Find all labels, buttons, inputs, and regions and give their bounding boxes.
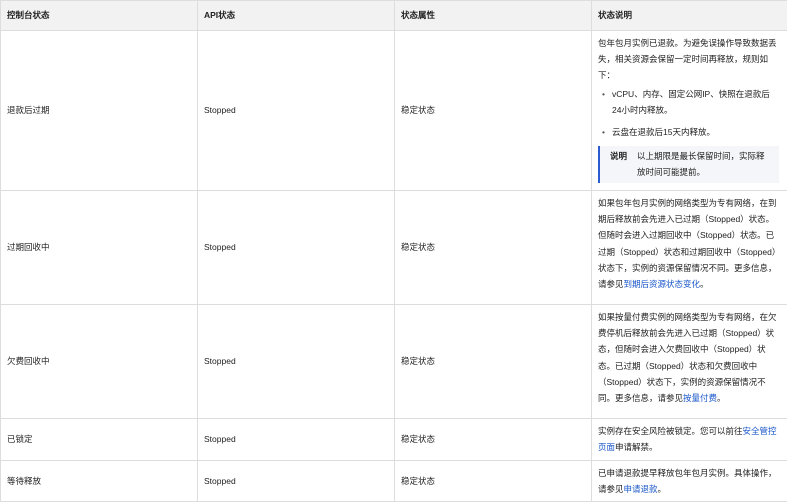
header-status-desc: 状态说明 [592, 1, 787, 31]
desc-text: 如果按量付费实例的网络类型为专有网络，在欠费停机后释放前会先进入已过期（Stop… [598, 312, 777, 403]
status-desc-cell: 包年包月实例已退款。为避免误操作导致数据丢失，相关资源会保留一定时间再释放，规则… [592, 31, 787, 191]
expiry-resource-change-link[interactable]: 到期后资源状态变化 [624, 279, 701, 289]
pay-as-you-go-link[interactable]: 按量付费 [683, 393, 717, 403]
api-status-cell: Stopped [198, 31, 395, 191]
instance-status-table: 控制台状态 API状态 状态属性 状态说明 退款后过期 Stopped 稳定状态… [0, 0, 787, 502]
table-row: 欠费回收中 Stopped 稳定状态 如果按量付费实例的网络类型为专有网络，在欠… [1, 305, 787, 419]
console-status-cell: 已锁定 [1, 419, 198, 461]
table-row: 退款后过期 Stopped 稳定状态 包年包月实例已退款。为避免误操作导致数据丢… [1, 31, 787, 191]
api-status-cell: Stopped [198, 419, 395, 461]
apply-refund-link[interactable]: 申请退款 [624, 484, 658, 494]
table-row: 等待释放 Stopped 稳定状态 已申请退款提早释放包年包月实例。具体操作，请… [1, 461, 787, 502]
status-attr-cell: 稳定状态 [395, 191, 592, 305]
header-row: 控制台状态 API状态 状态属性 状态说明 [1, 1, 787, 31]
desc-text: 如果包年包月实例的网络类型为专有网络，在到期后释放前会先进入已过期（Stoppe… [598, 198, 777, 289]
header-status-attr: 状态属性 [395, 1, 592, 31]
status-desc-cell: 已申请退款提早释放包年包月实例。具体操作，请参见申请退款。 [592, 461, 787, 502]
console-status-cell: 过期回收中 [1, 191, 198, 305]
table-row: 已锁定 Stopped 稳定状态 实例存在安全风险被锁定。您可以前往安全管控页面… [1, 419, 787, 461]
api-status-cell: Stopped [198, 305, 395, 419]
status-desc-cell: 如果包年包月实例的网络类型为专有网络，在到期后释放前会先进入已过期（Stoppe… [592, 191, 787, 305]
desc-text-end: 。 [700, 279, 709, 289]
status-desc-cell: 实例存在安全风险被锁定。您可以前往安全管控页面申请解禁。 [592, 419, 787, 461]
desc-text-end: 。 [717, 393, 726, 403]
desc-text-end: 。 [658, 484, 667, 494]
header-api-status: API状态 [198, 1, 395, 31]
list-item: vCPU、内存、固定公网IP、快照在退款后24小时内释放。 [612, 86, 779, 118]
note-title: 说明 [610, 148, 627, 180]
note-box: 说明 以上期限是最长保留时间，实际释放时间可能提前。 [598, 146, 779, 182]
desc-text-end: 申请解禁。 [615, 442, 658, 452]
api-status-cell: Stopped [198, 191, 395, 305]
note-text: 以上期限是最长保留时间，实际释放时间可能提前。 [637, 148, 773, 180]
desc-bullet-list: vCPU、内存、固定公网IP、快照在退款后24小时内释放。 云盘在退款后15天内… [598, 86, 779, 141]
status-attr-cell: 稳定状态 [395, 461, 592, 502]
status-attr-cell: 稳定状态 [395, 419, 592, 461]
status-attr-cell: 稳定状态 [395, 305, 592, 419]
status-desc-cell: 如果按量付费实例的网络类型为专有网络，在欠费停机后释放前会先进入已过期（Stop… [592, 305, 787, 419]
header-console-status: 控制台状态 [1, 1, 198, 31]
api-status-cell: Stopped [198, 461, 395, 502]
desc-text: 实例存在安全风险被锁定。您可以前往 [598, 426, 743, 436]
console-status-cell: 欠费回收中 [1, 305, 198, 419]
status-attr-cell: 稳定状态 [395, 31, 592, 191]
console-status-cell: 退款后过期 [1, 31, 198, 191]
desc-intro: 包年包月实例已退款。为避免误操作导致数据丢失，相关资源会保留一定时间再释放，规则… [598, 35, 779, 84]
console-status-cell: 等待释放 [1, 461, 198, 502]
list-item: 云盘在退款后15天内释放。 [612, 124, 779, 140]
table-row: 过期回收中 Stopped 稳定状态 如果包年包月实例的网络类型为专有网络，在到… [1, 191, 787, 305]
